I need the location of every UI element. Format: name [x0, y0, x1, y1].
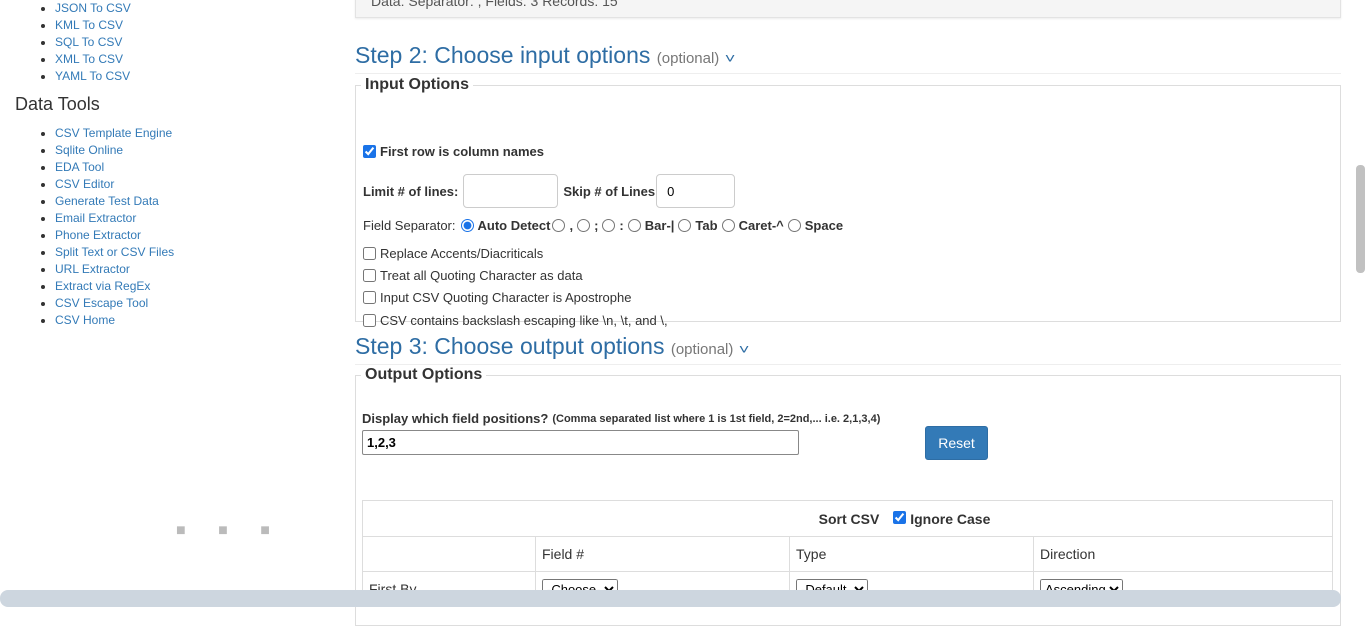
chevron-down-icon[interactable]: ˅	[724, 50, 735, 66]
step2-heading[interactable]: Step 2: Choose input options (optional) …	[355, 42, 1341, 74]
sidebar-link[interactable]: Generate Test Data	[55, 194, 159, 208]
separator-label: Auto Detect	[478, 218, 551, 233]
sidebar-link[interactable]: Sqlite Online	[55, 143, 123, 157]
option-label: CSV contains backslash escaping like \n,…	[380, 313, 668, 328]
display-fields-label: Display which field positions? (Comma se…	[362, 411, 880, 426]
sidebar-link-xml-to-csv[interactable]: XML To CSV	[55, 52, 123, 66]
input-options-legend: Input Options	[361, 76, 473, 94]
reset-button[interactable]: Reset	[925, 426, 988, 460]
option-label: Treat all Quoting Character as data	[380, 268, 583, 283]
step3-heading[interactable]: Step 3: Choose output options (optional)…	[355, 333, 1341, 365]
step3-title: Step 3: Choose output options	[355, 333, 664, 359]
sidebar-link-kml-to-csv[interactable]: KML To CSV	[55, 18, 123, 32]
optional-label: (optional)	[671, 341, 734, 358]
chevron-down-icon[interactable]: ˅	[739, 341, 750, 357]
data-tools-list: CSV Template Engine Sqlite Online EDA To…	[0, 125, 340, 329]
backslash-checkbox[interactable]	[363, 314, 376, 327]
separator-radio-tab[interactable]	[678, 219, 691, 232]
replace-accents-checkbox[interactable]	[363, 247, 376, 260]
sidebar-link[interactable]: CSV Editor	[55, 177, 114, 191]
separator-radio-caret[interactable]	[722, 219, 735, 232]
separator-label: Field Separator:	[363, 218, 456, 233]
sort-label: Sort CSV	[819, 511, 880, 527]
sidebar-link[interactable]: EDA Tool	[55, 160, 104, 174]
output-options-legend: Output Options	[361, 366, 486, 384]
sidebar-link[interactable]: URL Extractor	[55, 262, 130, 276]
quoting-data-checkbox[interactable]	[363, 269, 376, 282]
horizontal-scrollbar[interactable]	[0, 590, 1341, 607]
vertical-scrollbar[interactable]	[1356, 165, 1365, 273]
field-separator-row: Field Separator: Auto Detect , ; : Bar-|…	[363, 218, 843, 233]
sidebar-link[interactable]: CSV Escape Tool	[55, 296, 148, 310]
limit-label: Limit # of lines:	[363, 184, 458, 199]
limit-row: Limit # of lines: Skip # of Lines	[363, 174, 735, 208]
replace-accents-option: Replace Accents/Diacriticals	[363, 246, 543, 261]
skip-input[interactable]	[656, 174, 735, 208]
option-label: Replace Accents/Diacriticals	[380, 246, 543, 261]
backslash-option: CSV contains backslash escaping like \n,…	[363, 313, 668, 328]
separator-label: :	[619, 218, 623, 233]
sidebar: JSON To CSV KML To CSV SQL To CSV XML To…	[0, 0, 340, 329]
sidebar-link[interactable]: Extract via RegEx	[55, 279, 150, 293]
separator-radio-colon[interactable]	[602, 219, 615, 232]
separator-label: Caret-^	[739, 218, 784, 233]
first-row-checkbox[interactable]	[363, 145, 376, 158]
display-hint: (Comma separated list where 1 is 1st fie…	[552, 413, 880, 425]
separator-radio-auto[interactable]	[461, 219, 474, 232]
sidebar-link[interactable]: CSV Template Engine	[55, 126, 172, 140]
step2-title: Step 2: Choose input options	[355, 42, 650, 68]
more-dots-icon: ■ ■ ■	[176, 522, 284, 540]
separator-radio-bar[interactable]	[628, 219, 641, 232]
display-label: Display which field positions?	[362, 411, 548, 426]
sidebar-link[interactable]: Phone Extractor	[55, 228, 141, 242]
ignore-case-checkbox[interactable]	[893, 511, 906, 524]
quoting-data-option: Treat all Quoting Character as data	[363, 268, 583, 283]
column-header-direction: Direction	[1034, 537, 1333, 572]
data-summary: Data: Separator: , Fields: 3 Records: 15	[355, 0, 1341, 18]
first-row-option: First row is column names	[363, 144, 544, 159]
optional-label: (optional)	[657, 50, 720, 67]
sidebar-link-yaml-to-csv[interactable]: YAML To CSV	[55, 69, 130, 83]
separator-label: Tab	[695, 218, 717, 233]
apostrophe-checkbox[interactable]	[363, 291, 376, 304]
column-header	[363, 537, 536, 572]
sidebar-link[interactable]: Email Extractor	[55, 211, 136, 225]
sidebar-link-json-to-csv[interactable]: JSON To CSV	[55, 1, 131, 15]
apostrophe-option: Input CSV Quoting Character is Apostroph…	[363, 290, 631, 305]
sort-header: Sort CSV Ignore Case	[363, 501, 1333, 537]
first-row-label: First row is column names	[380, 144, 544, 159]
sidebar-link[interactable]: CSV Home	[55, 313, 115, 327]
option-label: Input CSV Quoting Character is Apostroph…	[380, 290, 631, 305]
limit-input[interactable]	[463, 174, 558, 208]
separator-label: ;	[594, 218, 598, 233]
separator-label: ,	[569, 218, 573, 233]
column-header-type: Type	[790, 537, 1034, 572]
convert-list: JSON To CSV KML To CSV SQL To CSV XML To…	[0, 0, 340, 85]
skip-label: Skip # of Lines	[563, 184, 655, 199]
input-options: Input Options First row is column names …	[355, 76, 1341, 322]
separator-radio-comma[interactable]	[552, 219, 565, 232]
data-tools-heading: Data Tools	[15, 94, 340, 115]
sidebar-link-sql-to-csv[interactable]: SQL To CSV	[55, 35, 122, 49]
separator-label: Bar-|	[645, 218, 675, 233]
ignore-case-label: Ignore Case	[910, 511, 990, 527]
column-header-field: Field #	[536, 537, 790, 572]
display-fields-input[interactable]	[362, 430, 799, 455]
sidebar-link[interactable]: Split Text or CSV Files	[55, 245, 174, 259]
separator-radio-semicolon[interactable]	[577, 219, 590, 232]
separator-label: Space	[805, 218, 843, 233]
separator-radio-space[interactable]	[788, 219, 801, 232]
